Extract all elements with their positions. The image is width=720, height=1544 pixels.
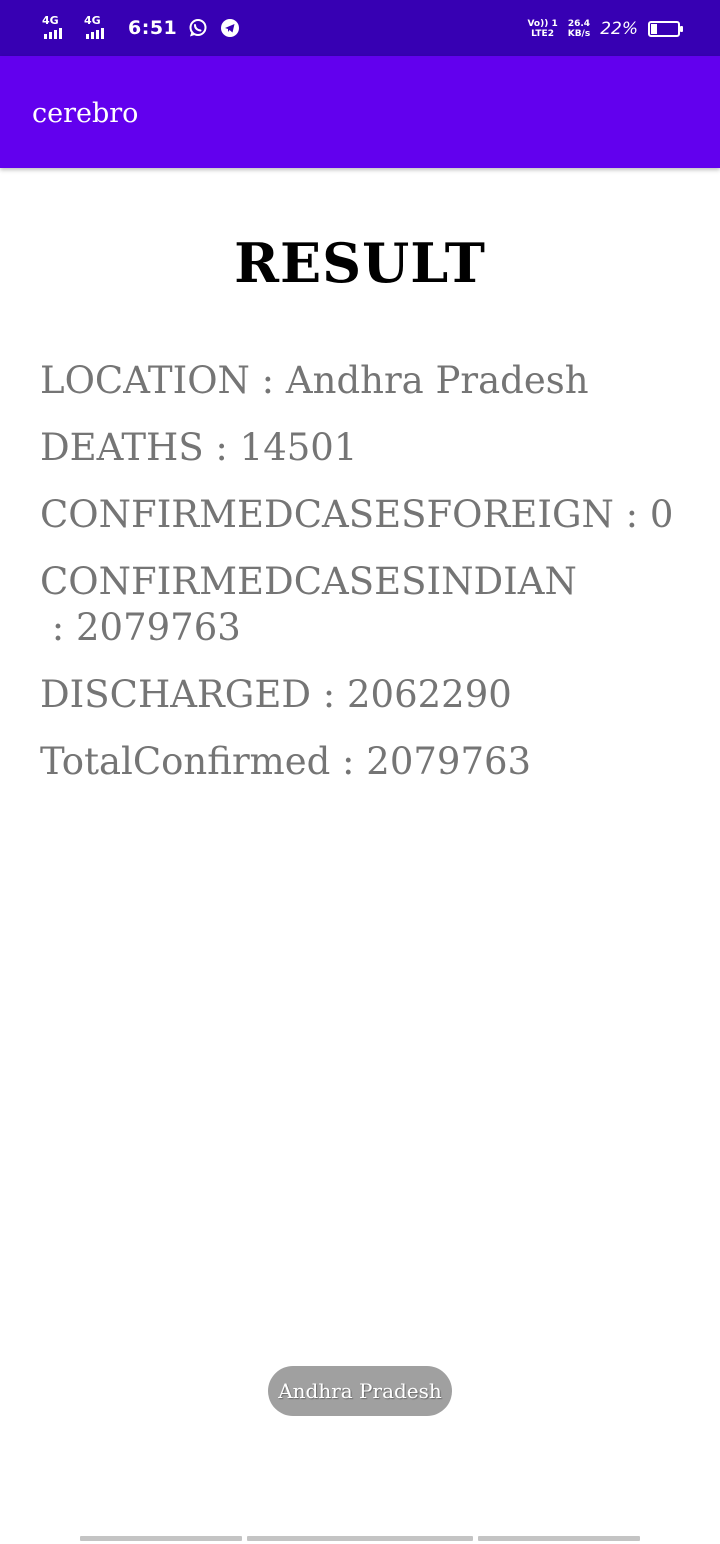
field-label: LOCATION bbox=[40, 359, 250, 402]
toast-message: Andhra Pradesh bbox=[268, 1366, 452, 1416]
field-value: Andhra Pradesh bbox=[285, 359, 589, 402]
volte-top-label: Vo)) 1 bbox=[527, 19, 558, 29]
battery-fill bbox=[651, 24, 657, 34]
field-label: TotalConfirmed bbox=[40, 740, 331, 783]
nav-segment-center[interactable] bbox=[247, 1536, 473, 1541]
network-speed: 26.4 KB/s bbox=[568, 19, 590, 39]
battery-percent: 22% bbox=[600, 19, 638, 39]
whatsapp-icon bbox=[187, 17, 209, 39]
result-field-confirmed-foreign: CONFIRMEDCASESFOREIGN : 0 bbox=[40, 492, 680, 538]
nav-segment-right[interactable] bbox=[478, 1536, 640, 1541]
field-label: DISCHARGED bbox=[40, 673, 312, 716]
app-title: cerebro bbox=[32, 98, 139, 129]
field-value: 14501 bbox=[239, 426, 358, 469]
status-bar: 4G 4G 6:51 Vo)) 1 LTE2 26.4 KB/s 22% bbox=[0, 0, 720, 56]
result-field-location: LOCATION : Andhra Pradesh bbox=[40, 358, 680, 404]
field-value: 0 bbox=[649, 493, 674, 536]
volte-indicator: Vo)) 1 LTE2 bbox=[527, 19, 557, 39]
speed-unit: KB/s bbox=[567, 29, 591, 39]
field-label: CONFIRMEDCASESINDIAN bbox=[40, 560, 577, 603]
battery-icon bbox=[648, 21, 683, 37]
field-separator: : bbox=[203, 426, 240, 469]
field-separator: : bbox=[249, 359, 286, 402]
field-value: 2062290 bbox=[347, 673, 512, 716]
volte-bottom-label: LTE2 bbox=[531, 29, 554, 39]
sim1-network-label: 4G bbox=[42, 14, 59, 27]
result-field-deaths: DEATHS : 14501 bbox=[40, 425, 680, 471]
signal-icon: 4G bbox=[42, 15, 74, 41]
result-list: LOCATION : Andhra Pradesh DEATHS : 14501… bbox=[40, 358, 680, 806]
result-field-total-confirmed: TotalConfirmed : 2079763 bbox=[40, 739, 680, 785]
field-separator: : bbox=[330, 740, 367, 783]
nav-segment-left[interactable] bbox=[80, 1536, 242, 1541]
status-bar-right: Vo)) 1 LTE2 26.4 KB/s 22% bbox=[527, 14, 683, 44]
field-separator: : bbox=[613, 493, 650, 536]
gesture-nav-bar[interactable] bbox=[80, 1536, 640, 1542]
field-label: DEATHS bbox=[40, 426, 204, 469]
status-bar-left: 4G 4G 6:51 bbox=[42, 14, 241, 42]
app-bar: cerebro bbox=[0, 56, 720, 168]
signal-icon: 4G bbox=[84, 15, 116, 41]
telegram-icon bbox=[219, 17, 241, 39]
result-field-discharged: DISCHARGED : 2062290 bbox=[40, 672, 680, 718]
field-value: 2079763 bbox=[76, 606, 241, 649]
result-heading: RESULT bbox=[234, 231, 486, 295]
sim2-network-label: 4G bbox=[84, 14, 101, 27]
status-time: 6:51 bbox=[128, 17, 178, 39]
speed-value: 26.4 bbox=[567, 19, 591, 29]
field-separator: : bbox=[40, 606, 76, 649]
field-value: 2079763 bbox=[366, 740, 532, 783]
field-separator: : bbox=[311, 673, 348, 716]
field-label: CONFIRMEDCASESFOREIGN bbox=[40, 493, 614, 536]
result-field-confirmed-indian: CONFIRMEDCASESINDIAN : 2079763 bbox=[40, 559, 680, 651]
